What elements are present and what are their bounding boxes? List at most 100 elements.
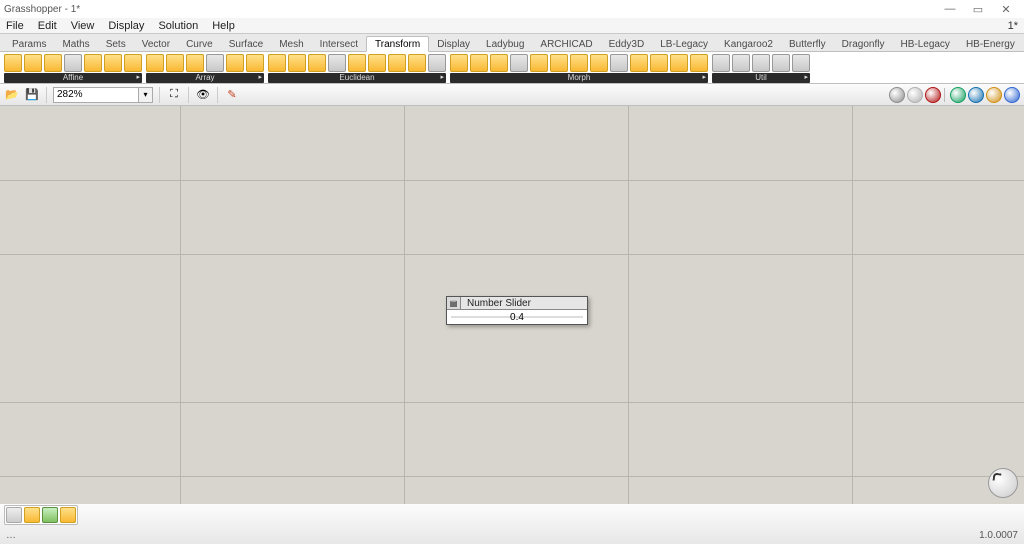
open-icon[interactable]: 📂: [4, 87, 20, 103]
ribbon-button[interactable]: [690, 54, 708, 72]
ribbon-button[interactable]: [206, 54, 224, 72]
ribbon-button[interactable]: [288, 54, 306, 72]
preview-icon[interactable]: 👁: [195, 87, 211, 103]
display-mode-icon-4[interactable]: [968, 87, 984, 103]
ribbon-button[interactable]: [470, 54, 488, 72]
ribbon-button[interactable]: [268, 54, 286, 72]
tab-maths[interactable]: Maths: [54, 37, 97, 51]
tab-transform[interactable]: Transform: [366, 36, 429, 52]
display-mode-icon-1[interactable]: [907, 87, 923, 103]
menu-help[interactable]: Help: [212, 20, 235, 32]
display-mode-icon-3[interactable]: [950, 87, 966, 103]
ribbon-button[interactable]: [630, 54, 648, 72]
ribbon-button[interactable]: [44, 54, 62, 72]
ribbon-button[interactable]: [226, 54, 244, 72]
ribbon-group-label[interactable]: Euclidean: [268, 73, 446, 83]
ribbon-button[interactable]: [124, 54, 142, 72]
ribbon-button[interactable]: [570, 54, 588, 72]
ribbon-button[interactable]: [590, 54, 608, 72]
ribbon-button[interactable]: [246, 54, 264, 72]
ribbon-button[interactable]: [752, 54, 770, 72]
tab-surface[interactable]: Surface: [221, 37, 271, 51]
ribbon-button[interactable]: [792, 54, 810, 72]
ribbon-button[interactable]: [670, 54, 688, 72]
menu-edit[interactable]: Edit: [38, 20, 57, 32]
sketch-icon[interactable]: ✎: [224, 87, 240, 103]
tab-display[interactable]: Display: [429, 37, 478, 51]
sb-btn-1[interactable]: [6, 507, 22, 523]
ribbon-button[interactable]: [408, 54, 426, 72]
zoom-fit-icon[interactable]: ⛶: [166, 87, 182, 103]
ribbon-button[interactable]: [490, 54, 508, 72]
tab-intersect[interactable]: Intersect: [312, 37, 366, 51]
menu-view[interactable]: View: [71, 20, 95, 32]
menu-solution[interactable]: Solution: [158, 20, 198, 32]
display-mode-icon-6[interactable]: [1004, 87, 1020, 103]
sb-btn-2[interactable]: [24, 507, 40, 523]
ribbon-button[interactable]: [732, 54, 750, 72]
ribbon-button[interactable]: [650, 54, 668, 72]
ribbon-group-label[interactable]: Affine: [4, 73, 142, 83]
tab-lb-legacy[interactable]: LB-Legacy: [652, 37, 716, 51]
tab-hb-energy[interactable]: HB-Energy: [958, 37, 1023, 51]
tab-params[interactable]: Params: [4, 37, 54, 51]
sb-btn-3[interactable]: [42, 507, 58, 523]
tab-hb-legacy[interactable]: HB-Legacy: [892, 37, 957, 51]
ribbon-button[interactable]: [510, 54, 528, 72]
zoom-input[interactable]: [53, 87, 139, 103]
category-tabstrip: ParamsMathsSetsVectorCurveSurfaceMeshInt…: [0, 34, 1024, 52]
tab-ladybug[interactable]: Ladybug: [478, 37, 532, 51]
zoom-control[interactable]: ▾: [53, 87, 153, 103]
ribbon-button[interactable]: [712, 54, 730, 72]
ribbon-button[interactable]: [4, 54, 22, 72]
slider-value[interactable]: 0.4: [510, 312, 524, 323]
ribbon-button[interactable]: [166, 54, 184, 72]
ribbon-button[interactable]: [530, 54, 548, 72]
tab-kangaroo2[interactable]: Kangaroo2: [716, 37, 781, 51]
statusbar-toolbox: [4, 505, 78, 525]
ribbon-button[interactable]: [104, 54, 122, 72]
ribbon-button[interactable]: [388, 54, 406, 72]
ribbon-button[interactable]: [450, 54, 468, 72]
ribbon-group-affine: Affine: [4, 54, 142, 83]
ribbon-group-label[interactable]: Array: [146, 73, 264, 83]
ribbon-button[interactable]: [146, 54, 164, 72]
ribbon-button[interactable]: [368, 54, 386, 72]
tab-curve[interactable]: Curve: [178, 37, 221, 51]
ribbon-button[interactable]: [550, 54, 568, 72]
canvas[interactable]: ▤ Number Slider 0.4: [0, 106, 1024, 504]
ribbon-button[interactable]: [348, 54, 366, 72]
ribbon-button[interactable]: [24, 54, 42, 72]
close-button[interactable]: ✕: [992, 3, 1020, 16]
zoom-dropdown[interactable]: ▾: [139, 87, 153, 103]
toolbar-separator: [46, 87, 47, 103]
minimize-button[interactable]: —: [936, 3, 964, 15]
ribbon-button[interactable]: [328, 54, 346, 72]
tab-eddy3d[interactable]: Eddy3D: [601, 37, 653, 51]
save-icon[interactable]: 💾: [24, 87, 40, 103]
tab-butterfly[interactable]: Butterfly: [781, 37, 834, 51]
ribbon-button[interactable]: [84, 54, 102, 72]
ribbon-group-label[interactable]: Morph: [450, 73, 708, 83]
tab-sets[interactable]: Sets: [98, 37, 134, 51]
display-mode-icon-0[interactable]: [889, 87, 905, 103]
ribbon-button[interactable]: [428, 54, 446, 72]
menu-display[interactable]: Display: [108, 20, 144, 32]
number-slider-component[interactable]: ▤ Number Slider 0.4: [446, 296, 588, 325]
ribbon-button[interactable]: [772, 54, 790, 72]
display-mode-icon-5[interactable]: [986, 87, 1002, 103]
ribbon-button[interactable]: [64, 54, 82, 72]
ribbon-group-label[interactable]: Util: [712, 73, 810, 83]
tab-mesh[interactable]: Mesh: [271, 37, 311, 51]
ribbon-button[interactable]: [610, 54, 628, 72]
tab-archicad[interactable]: ARCHICAD: [532, 37, 600, 51]
ribbon-button[interactable]: [308, 54, 326, 72]
canvas-compass[interactable]: [988, 468, 1018, 498]
sb-btn-4[interactable]: [60, 507, 76, 523]
tab-vector[interactable]: Vector: [134, 37, 178, 51]
display-mode-icon-2[interactable]: [925, 87, 941, 103]
menu-file[interactable]: File: [6, 20, 24, 32]
ribbon-button[interactable]: [186, 54, 204, 72]
maximize-button[interactable]: ▭: [964, 3, 992, 16]
tab-dragonfly[interactable]: Dragonfly: [834, 37, 893, 51]
